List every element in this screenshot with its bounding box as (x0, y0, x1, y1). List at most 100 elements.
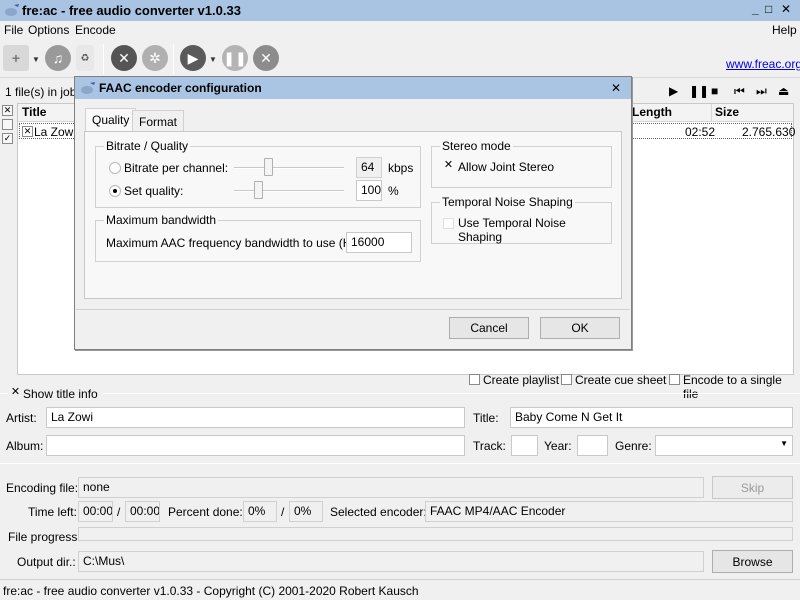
file-progress-label: File progress: (8, 530, 81, 544)
settings-icon[interactable]: ✲ (142, 45, 168, 71)
stop-icon[interactable]: ✕ (253, 45, 279, 71)
remove-icon[interactable]: ♻ (76, 45, 94, 71)
menu-file[interactable]: File (4, 23, 23, 37)
create-playlist-checkbox[interactable] (469, 374, 480, 385)
row-checkbox[interactable]: ✕ (22, 126, 33, 137)
cancel-button[interactable]: Cancel (449, 317, 529, 339)
output-dir-field[interactable]: C:\Mus\ (78, 551, 704, 572)
menu-encode[interactable]: Encode (75, 23, 116, 37)
bitrate-radio[interactable] (109, 162, 121, 174)
column-title[interactable]: Title (22, 105, 46, 119)
show-title-info-checkbox[interactable]: ✕ (10, 387, 21, 399)
pause-button[interactable]: ❚❚ (689, 84, 709, 98)
stereo-mode-group-title: Stereo mode (440, 139, 513, 153)
genre-select[interactable]: ▼ (655, 435, 793, 456)
dialog-button-divider (76, 309, 630, 310)
select-none-checkbox[interactable] (2, 119, 13, 130)
dialog-title-bar[interactable]: FAAC encoder configuration ✕ (75, 77, 631, 99)
status-text: fre:ac - free audio converter v1.0.33 - … (3, 584, 419, 598)
website-link[interactable]: www.freac.org (726, 57, 800, 71)
create-cue-sheet-label: Create cue sheet (575, 373, 667, 387)
tns-group-title: Temporal Noise Shaping (440, 195, 575, 209)
select-all-checkbox[interactable]: ✕ (2, 105, 13, 116)
selected-encoder-label: Selected encoder: (330, 505, 427, 519)
menu-help[interactable]: Help (772, 23, 797, 37)
track-input[interactable] (511, 435, 538, 456)
bitrate-unit: kbps (388, 161, 414, 175)
close-button[interactable]: ✕ (781, 2, 791, 16)
bandwidth-input[interactable]: 16000 (346, 232, 412, 253)
ok-button[interactable]: OK (540, 317, 620, 339)
quality-slider-thumb[interactable] (254, 181, 263, 199)
chevron-down-icon[interactable]: ▼ (780, 439, 788, 448)
percent-total-field: 0% (289, 501, 323, 522)
encoding-file-field: none (78, 477, 704, 498)
tns-label: Use Temporal Noise Shaping (458, 216, 566, 244)
bitrate-quality-group-title: Bitrate / Quality (104, 139, 191, 153)
eject-button[interactable]: ⏏ (778, 84, 789, 98)
minimize-button[interactable]: _ (752, 2, 759, 16)
bitrate-slider-thumb[interactable] (264, 158, 273, 176)
show-title-info-toggle[interactable]: ✕ Show title info (8, 386, 103, 402)
bandwidth-group-title: Maximum bandwidth (104, 213, 219, 227)
start-encoding-icon[interactable]: ▶ (180, 45, 206, 71)
next-button[interactable]: ⏭ (756, 84, 767, 99)
add-dropdown-icon[interactable]: ▼ (32, 55, 40, 64)
previous-button[interactable]: ⏮ (734, 84, 745, 99)
tns-checkbox[interactable] (443, 218, 454, 229)
toolbar: + ▼ ♫ ♻ ✕ ✲ ▶ ▼ ❚❚ ✕ www.freac.org (0, 40, 800, 78)
title-input[interactable]: Baby Come N Get It (510, 407, 793, 428)
bitrate-label: Bitrate per channel: (124, 161, 229, 175)
quality-tab-panel: Bitrate / Quality Bitrate per channel: 6… (84, 131, 622, 299)
skip-button[interactable]: Skip (712, 476, 793, 499)
start-dropdown-icon[interactable]: ▼ (209, 55, 217, 64)
play-button[interactable]: ▶ (669, 84, 678, 98)
time-separator: / (117, 505, 121, 519)
joint-stereo-label: Allow Joint Stereo (458, 160, 555, 174)
menu-options[interactable]: Options (28, 23, 69, 37)
bitrate-slider-track[interactable] (234, 167, 344, 169)
encode-single-file-checkbox[interactable] (669, 374, 680, 385)
time-left-label: Time left: (28, 505, 77, 519)
quality-slider-track[interactable] (234, 190, 344, 192)
freac-logo-icon (81, 82, 95, 94)
dialog-close-button[interactable]: ✕ (611, 81, 621, 95)
joblist-count: 1 file(s) in jobli (5, 85, 82, 99)
bitrate-value-field: 64 (356, 157, 382, 178)
configure-icon[interactable]: ✕ (111, 45, 137, 71)
tns-group: Temporal Noise Shaping Use Temporal Nois… (431, 195, 612, 244)
joint-stereo-checkbox[interactable]: ✕ (443, 160, 454, 172)
quality-value-field[interactable]: 100 (356, 180, 382, 201)
title-info-divider (0, 393, 800, 394)
column-size[interactable]: Size (715, 105, 739, 119)
add-files-icon[interactable]: + (3, 45, 29, 71)
faac-config-dialog: FAAC encoder configuration ✕ Quality For… (74, 76, 632, 350)
encoding-file-label: Encoding file: (6, 481, 79, 495)
tab-quality[interactable]: Quality (85, 108, 137, 132)
browse-button[interactable]: Browse (712, 550, 793, 573)
quality-unit: % (388, 184, 399, 198)
tab-format[interactable]: Format (132, 110, 185, 132)
toggle-selection-checkbox[interactable]: ✓ (2, 133, 13, 144)
artist-input[interactable]: La Zowi (46, 407, 465, 428)
quality-label: Set quality: (124, 184, 184, 198)
create-cue-sheet-checkbox[interactable] (561, 374, 572, 385)
year-label: Year: (544, 439, 572, 453)
window-title-bar: fre:ac - free audio converter v1.0.33 _ … (0, 0, 800, 21)
stop-button[interactable]: ■ (711, 84, 718, 98)
row-title: La Zowi (34, 125, 77, 139)
column-length[interactable]: Length (632, 105, 672, 119)
status-bar: fre:ac - free audio converter v1.0.33 - … (0, 579, 800, 600)
quality-radio[interactable] (109, 185, 121, 197)
pause-icon[interactable]: ❚❚ (222, 45, 248, 71)
bandwidth-label: Maximum AAC frequency bandwidth to use (… (106, 236, 365, 250)
stereo-mode-group: Stereo mode ✕ Allow Joint Stereo (431, 139, 612, 188)
bandwidth-group: Maximum bandwidth Maximum AAC frequency … (95, 213, 421, 262)
cddb-query-icon[interactable]: ♫ (45, 45, 71, 71)
artist-label: Artist: (6, 411, 37, 425)
year-input[interactable] (577, 435, 608, 456)
percent-separator: / (281, 505, 285, 519)
maximize-button[interactable]: □ (765, 2, 772, 16)
album-input[interactable] (46, 435, 465, 456)
percent-done-field: 0% (243, 501, 277, 522)
